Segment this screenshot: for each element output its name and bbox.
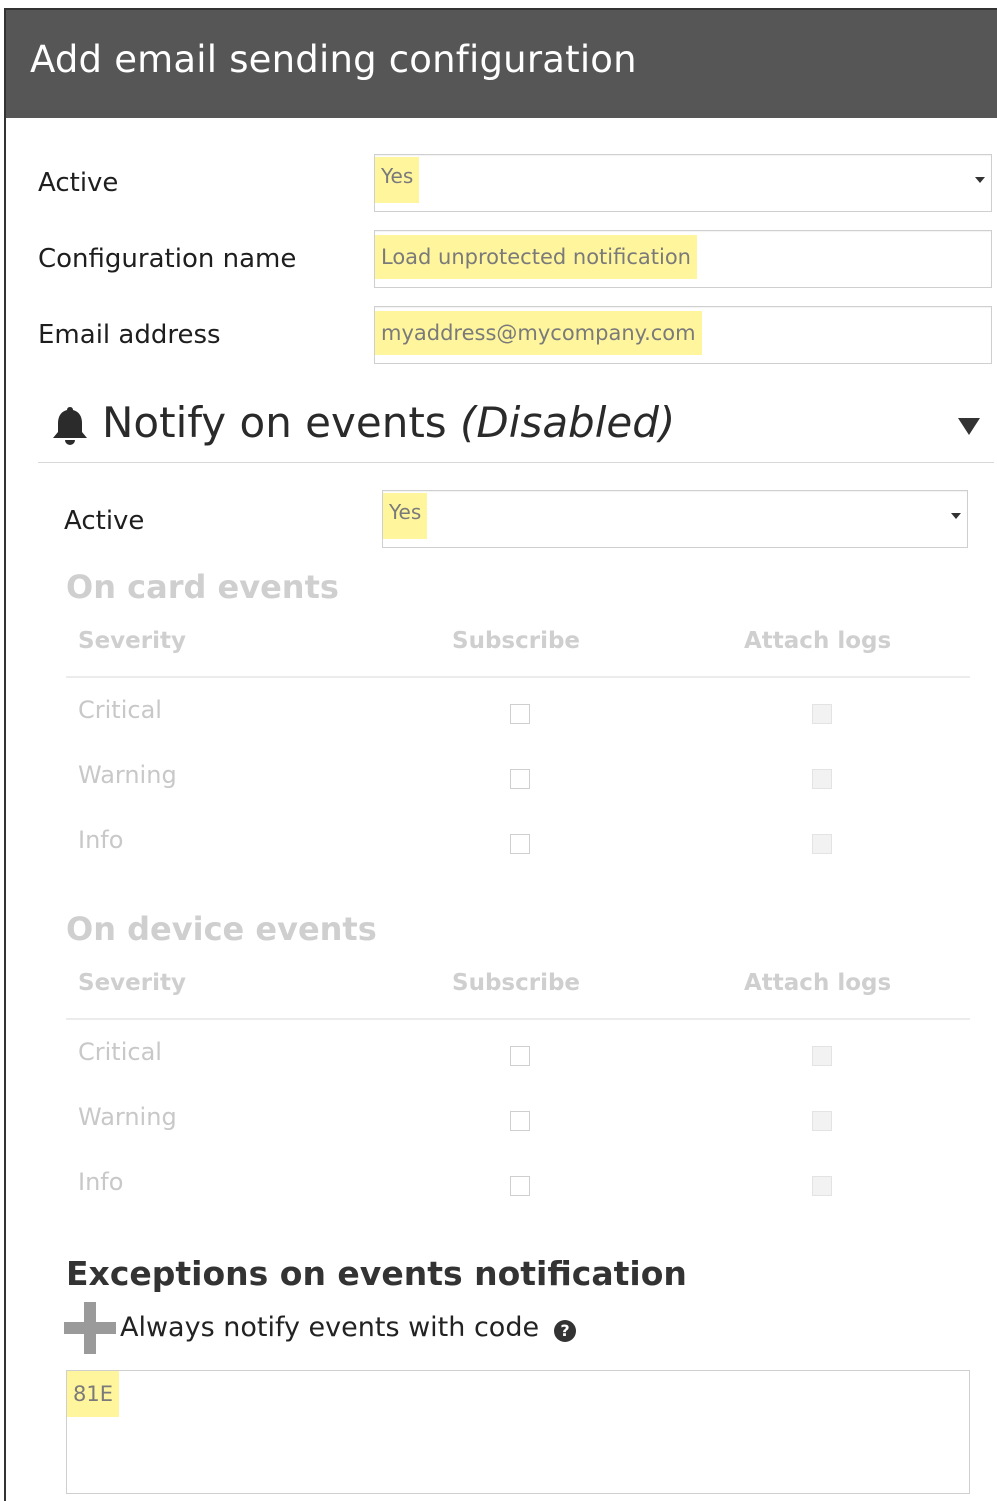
notify-active-label: Active <box>64 506 145 536</box>
email-address-value: myaddress@mycompany.com <box>375 311 702 355</box>
card-events-title: On card events <box>66 568 339 606</box>
question-circle-icon[interactable]: ? <box>554 1320 576 1342</box>
card-col-attach-logs: Attach logs <box>744 628 892 654</box>
card-row-critical-severity: Critical <box>78 696 162 724</box>
triangle-down-icon[interactable] <box>958 418 980 435</box>
card-critical-attach-logs-checkbox[interactable] <box>812 704 832 724</box>
card-warning-subscribe-checkbox[interactable] <box>510 769 530 789</box>
device-warning-attach-logs-checkbox[interactable] <box>812 1111 832 1131</box>
event-codes-textarea[interactable]: 81E <box>66 1370 970 1494</box>
device-critical-attach-logs-checkbox[interactable] <box>812 1046 832 1066</box>
card-col-subscribe: Subscribe <box>452 628 581 654</box>
always-notify-label: Always notify events with code <box>120 1312 540 1343</box>
device-info-subscribe-checkbox[interactable] <box>510 1176 530 1196</box>
notify-active-select[interactable]: Yes <box>382 490 968 548</box>
notify-active-select-value: Yes <box>383 493 428 539</box>
card-info-subscribe-checkbox[interactable] <box>510 834 530 854</box>
plus-icon[interactable] <box>64 1302 116 1354</box>
dialog-title: Add email sending configuration <box>30 38 637 81</box>
config-name-input[interactable]: Load unprotected notification <box>374 230 992 288</box>
config-name-label: Configuration name <box>38 244 297 274</box>
device-col-attach-logs: Attach logs <box>744 970 892 996</box>
device-events-title: On device events <box>66 910 377 948</box>
card-row-warning-severity: Warning <box>78 761 177 789</box>
notify-title-text: Notify on events <box>102 398 447 447</box>
email-address-input[interactable]: myaddress@mycompany.com <box>374 306 992 364</box>
device-warning-subscribe-checkbox[interactable] <box>510 1111 530 1131</box>
device-col-subscribe: Subscribe <box>452 970 581 996</box>
card-row-info-severity: Info <box>78 826 124 854</box>
device-row-warning-severity: Warning <box>78 1103 177 1131</box>
email-address-label: Email address <box>38 320 221 350</box>
config-name-value: Load unprotected notification <box>375 235 697 279</box>
device-table-divider <box>66 1018 970 1020</box>
chevron-down-icon <box>975 177 985 183</box>
divider <box>38 462 994 463</box>
event-codes-value: 81E <box>67 1371 119 1417</box>
notify-status: (Disabled) <box>460 398 676 447</box>
active-select-value: Yes <box>375 157 420 203</box>
exceptions-title: Exceptions on events notification <box>66 1254 687 1293</box>
card-critical-subscribe-checkbox[interactable] <box>510 704 530 724</box>
card-col-severity: Severity <box>78 628 186 654</box>
active-label: Active <box>38 168 119 198</box>
device-row-critical-severity: Critical <box>78 1038 162 1066</box>
notify-title: Notify on events (Disabled) <box>102 398 675 447</box>
device-info-attach-logs-checkbox[interactable] <box>812 1176 832 1196</box>
notify-section-header[interactable]: Notify on events (Disabled) <box>48 390 988 460</box>
card-info-attach-logs-checkbox[interactable] <box>812 834 832 854</box>
device-row-info-severity: Info <box>78 1168 124 1196</box>
card-table-divider <box>66 676 970 678</box>
card-warning-attach-logs-checkbox[interactable] <box>812 769 832 789</box>
chevron-down-icon <box>951 513 961 519</box>
dialog: Add email sending configuration Active Y… <box>4 8 997 1501</box>
device-critical-subscribe-checkbox[interactable] <box>510 1046 530 1066</box>
device-col-severity: Severity <box>78 970 186 996</box>
bell-icon <box>53 407 87 445</box>
active-select[interactable]: Yes <box>374 154 992 212</box>
dialog-titlebar: Add email sending configuration <box>6 10 997 118</box>
